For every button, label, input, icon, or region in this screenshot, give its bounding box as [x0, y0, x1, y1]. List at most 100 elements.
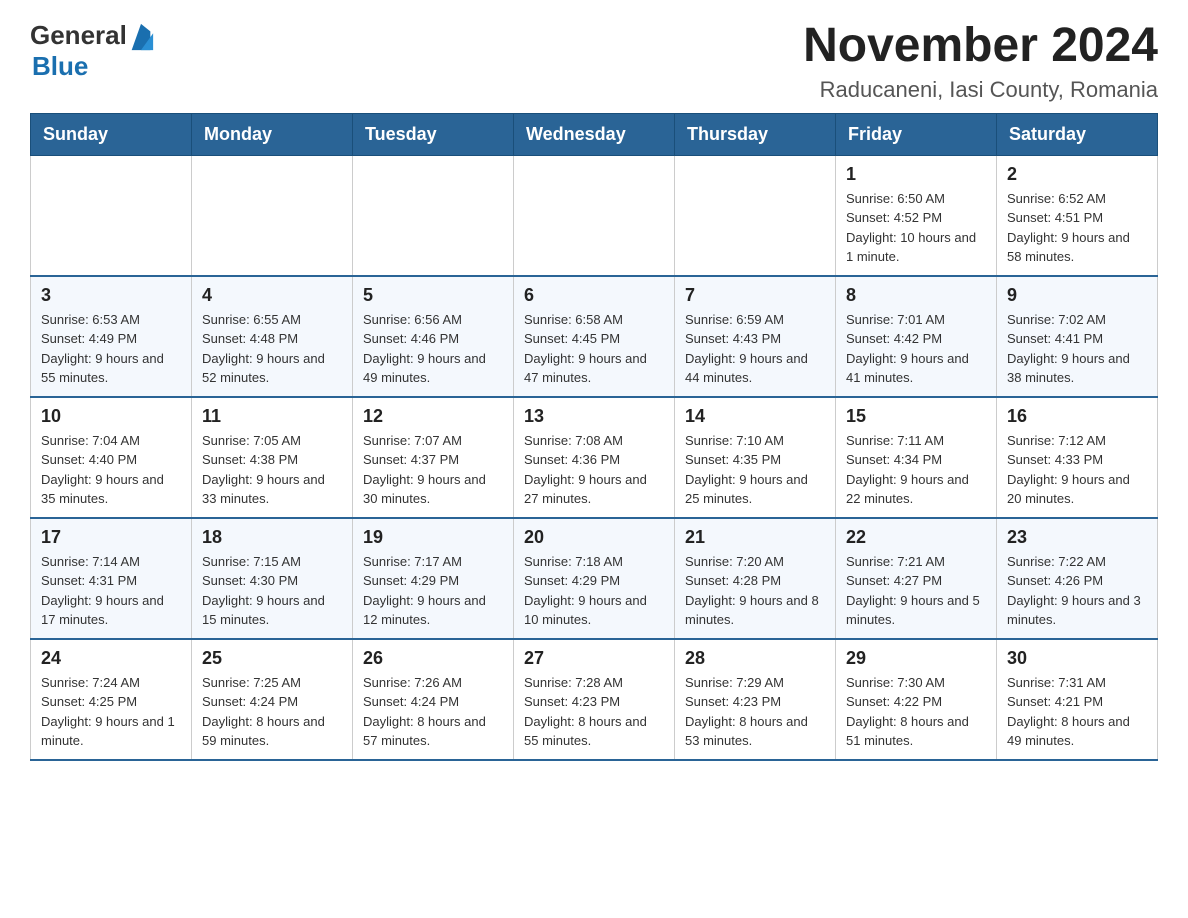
day-info: Sunrise: 7:07 AM Sunset: 4:37 PM Dayligh…: [363, 431, 503, 509]
day-info: Sunrise: 6:59 AM Sunset: 4:43 PM Dayligh…: [685, 310, 825, 388]
title-area: November 2024 Raducaneni, Iasi County, R…: [803, 20, 1158, 103]
calendar-cell: 13 Sunrise: 7:08 AM Sunset: 4:36 PM Dayli…: [514, 397, 675, 518]
calendar-cell: [353, 155, 514, 276]
day-info: Sunrise: 7:14 AM Sunset: 4:31 PM Dayligh…: [41, 552, 181, 630]
day-number: 16: [1007, 406, 1147, 427]
logo-blue-text: Blue: [32, 51, 88, 82]
day-number: 8: [846, 285, 986, 306]
day-info: Sunrise: 7:28 AM Sunset: 4:23 PM Dayligh…: [524, 673, 664, 751]
logo-triangle-icon: [127, 23, 155, 51]
calendar-cell: 24Sunrise: 7:24 AM Sunset: 4:25 PM Dayli…: [31, 639, 192, 760]
calendar-cell: 28Sunrise: 7:29 AM Sunset: 4:23 PM Dayli…: [675, 639, 836, 760]
calendar-cell: 18 Sunrise: 7:15 AM Sunset: 4:30 PM Dayli…: [192, 518, 353, 639]
day-number: 2: [1007, 164, 1147, 185]
day-number: 15: [846, 406, 986, 427]
logo: General Blue: [30, 20, 155, 82]
day-info: Sunrise: 7:18 AM Sunset: 4:29 PM Dayligh…: [524, 552, 664, 630]
day-number: 18: [202, 527, 342, 548]
day-number: 5: [363, 285, 503, 306]
day-info: Sunrise: 6:58 AM Sunset: 4:45 PM Dayligh…: [524, 310, 664, 388]
day-info: Sunrise: 7:02 AM Sunset: 4:41 PM Dayligh…: [1007, 310, 1147, 388]
calendar-cell: [192, 155, 353, 276]
page-subtitle: Raducaneni, Iasi County, Romania: [803, 77, 1158, 103]
calendar-header-sunday: Sunday: [31, 113, 192, 155]
calendar-header-monday: Monday: [192, 113, 353, 155]
day-number: 25: [202, 648, 342, 669]
calendar-cell: 6 Sunrise: 6:58 AM Sunset: 4:45 PM Daylig…: [514, 276, 675, 397]
calendar-cell: 17 Sunrise: 7:14 AM Sunset: 4:31 PM Dayli…: [31, 518, 192, 639]
page-title: November 2024: [803, 20, 1158, 73]
day-number: 17: [41, 527, 181, 548]
day-info: Sunrise: 6:53 AM Sunset: 4:49 PM Dayligh…: [41, 310, 181, 388]
day-number: 30: [1007, 648, 1147, 669]
calendar-header-thursday: Thursday: [675, 113, 836, 155]
calendar-table: SundayMondayTuesdayWednesdayThursdayFrid…: [30, 113, 1158, 761]
day-info: Sunrise: 7:12 AM Sunset: 4:33 PM Dayligh…: [1007, 431, 1147, 509]
calendar-cell: 11 Sunrise: 7:05 AM Sunset: 4:38 PM Dayli…: [192, 397, 353, 518]
day-number: 9: [1007, 285, 1147, 306]
day-info: Sunrise: 7:22 AM Sunset: 4:26 PM Dayligh…: [1007, 552, 1147, 630]
calendar-cell: 23Sunrise: 7:22 AM Sunset: 4:26 PM Dayli…: [997, 518, 1158, 639]
day-number: 19: [363, 527, 503, 548]
calendar-cell: 15 Sunrise: 7:11 AM Sunset: 4:34 PM Dayli…: [836, 397, 997, 518]
calendar-cell: 19 Sunrise: 7:17 AM Sunset: 4:29 PM Dayli…: [353, 518, 514, 639]
day-info: Sunrise: 7:05 AM Sunset: 4:38 PM Dayligh…: [202, 431, 342, 509]
calendar-cell: [514, 155, 675, 276]
logo-general-text: General: [30, 20, 127, 51]
calendar-cell: 7 Sunrise: 6:59 AM Sunset: 4:43 PM Daylig…: [675, 276, 836, 397]
calendar-header-row: SundayMondayTuesdayWednesdayThursdayFrid…: [31, 113, 1158, 155]
day-info: Sunrise: 6:56 AM Sunset: 4:46 PM Dayligh…: [363, 310, 503, 388]
day-number: 10: [41, 406, 181, 427]
calendar-cell: 27 Sunrise: 7:28 AM Sunset: 4:23 PM Dayli…: [514, 639, 675, 760]
day-info: Sunrise: 6:55 AM Sunset: 4:48 PM Dayligh…: [202, 310, 342, 388]
day-number: 27: [524, 648, 664, 669]
day-info: Sunrise: 7:08 AM Sunset: 4:36 PM Dayligh…: [524, 431, 664, 509]
day-number: 6: [524, 285, 664, 306]
calendar-cell: 8Sunrise: 7:01 AM Sunset: 4:42 PM Daylig…: [836, 276, 997, 397]
day-number: 11: [202, 406, 342, 427]
day-info: Sunrise: 7:29 AM Sunset: 4:23 PM Dayligh…: [685, 673, 825, 751]
day-info: Sunrise: 7:31 AM Sunset: 4:21 PM Dayligh…: [1007, 673, 1147, 751]
day-info: Sunrise: 7:17 AM Sunset: 4:29 PM Dayligh…: [363, 552, 503, 630]
day-number: 4: [202, 285, 342, 306]
day-info: Sunrise: 7:26 AM Sunset: 4:24 PM Dayligh…: [363, 673, 503, 751]
calendar-cell: 4 Sunrise: 6:55 AM Sunset: 4:48 PM Daylig…: [192, 276, 353, 397]
day-info: Sunrise: 7:10 AM Sunset: 4:35 PM Dayligh…: [685, 431, 825, 509]
calendar-week-row: 1Sunrise: 6:50 AM Sunset: 4:52 PM Daylig…: [31, 155, 1158, 276]
day-info: Sunrise: 7:04 AM Sunset: 4:40 PM Dayligh…: [41, 431, 181, 509]
calendar-cell: 21 Sunrise: 7:20 AM Sunset: 4:28 PM Dayli…: [675, 518, 836, 639]
day-number: 21: [685, 527, 825, 548]
day-number: 29: [846, 648, 986, 669]
day-info: Sunrise: 7:15 AM Sunset: 4:30 PM Dayligh…: [202, 552, 342, 630]
calendar-cell: 25 Sunrise: 7:25 AM Sunset: 4:24 PM Dayli…: [192, 639, 353, 760]
calendar-cell: 16 Sunrise: 7:12 AM Sunset: 4:33 PM Dayli…: [997, 397, 1158, 518]
calendar-cell: 14 Sunrise: 7:10 AM Sunset: 4:35 PM Dayli…: [675, 397, 836, 518]
calendar-cell: 2 Sunrise: 6:52 AM Sunset: 4:51 PM Daylig…: [997, 155, 1158, 276]
day-info: Sunrise: 6:50 AM Sunset: 4:52 PM Dayligh…: [846, 189, 986, 267]
day-info: Sunrise: 7:21 AM Sunset: 4:27 PM Dayligh…: [846, 552, 986, 630]
day-info: Sunrise: 7:30 AM Sunset: 4:22 PM Dayligh…: [846, 673, 986, 751]
day-info: Sunrise: 7:11 AM Sunset: 4:34 PM Dayligh…: [846, 431, 986, 509]
calendar-week-row: 10 Sunrise: 7:04 AM Sunset: 4:40 PM Dayli…: [31, 397, 1158, 518]
calendar-cell: [675, 155, 836, 276]
day-number: 14: [685, 406, 825, 427]
page-header: General Blue November 2024 Raducaneni, I…: [30, 20, 1158, 103]
day-number: 3: [41, 285, 181, 306]
day-number: 20: [524, 527, 664, 548]
calendar-cell: 1Sunrise: 6:50 AM Sunset: 4:52 PM Daylig…: [836, 155, 997, 276]
day-number: 13: [524, 406, 664, 427]
calendar-cell: 26Sunrise: 7:26 AM Sunset: 4:24 PM Dayli…: [353, 639, 514, 760]
day-info: Sunrise: 6:52 AM Sunset: 4:51 PM Dayligh…: [1007, 189, 1147, 267]
calendar-cell: 10 Sunrise: 7:04 AM Sunset: 4:40 PM Dayli…: [31, 397, 192, 518]
calendar-week-row: 24Sunrise: 7:24 AM Sunset: 4:25 PM Dayli…: [31, 639, 1158, 760]
day-number: 7: [685, 285, 825, 306]
day-number: 22: [846, 527, 986, 548]
day-info: Sunrise: 7:20 AM Sunset: 4:28 PM Dayligh…: [685, 552, 825, 630]
calendar-cell: 29 Sunrise: 7:30 AM Sunset: 4:22 PM Dayli…: [836, 639, 997, 760]
calendar-cell: 12Sunrise: 7:07 AM Sunset: 4:37 PM Dayli…: [353, 397, 514, 518]
calendar-cell: 3 Sunrise: 6:53 AM Sunset: 4:49 PM Daylig…: [31, 276, 192, 397]
calendar-header-saturday: Saturday: [997, 113, 1158, 155]
day-info: Sunrise: 7:25 AM Sunset: 4:24 PM Dayligh…: [202, 673, 342, 751]
calendar-cell: 20 Sunrise: 7:18 AM Sunset: 4:29 PM Dayli…: [514, 518, 675, 639]
calendar-header-tuesday: Tuesday: [353, 113, 514, 155]
